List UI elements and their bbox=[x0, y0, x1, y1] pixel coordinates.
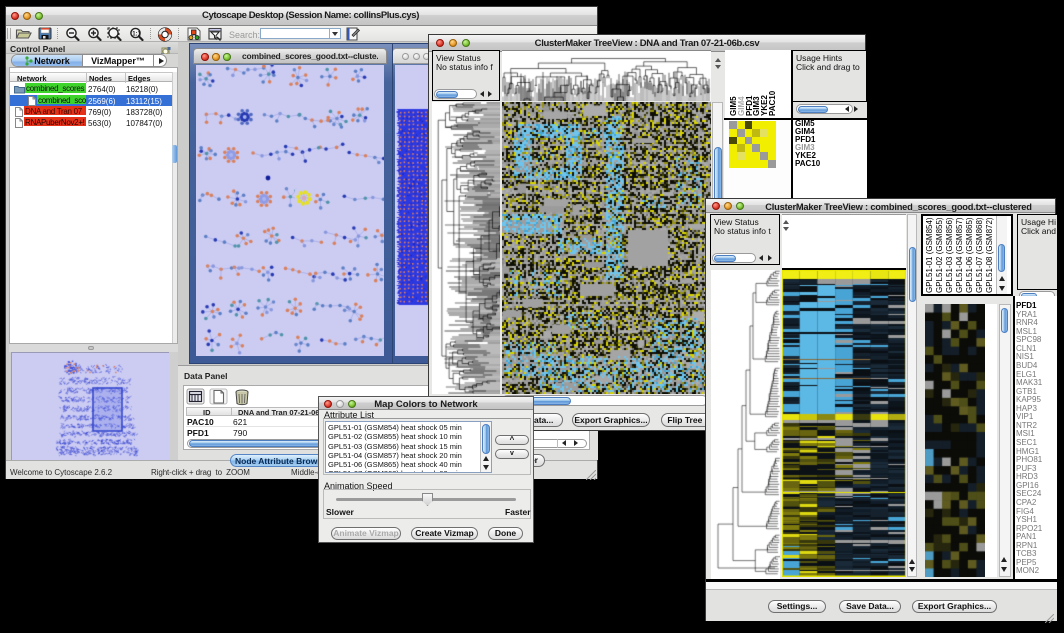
svg-text:1:1: 1:1 bbox=[132, 32, 141, 38]
